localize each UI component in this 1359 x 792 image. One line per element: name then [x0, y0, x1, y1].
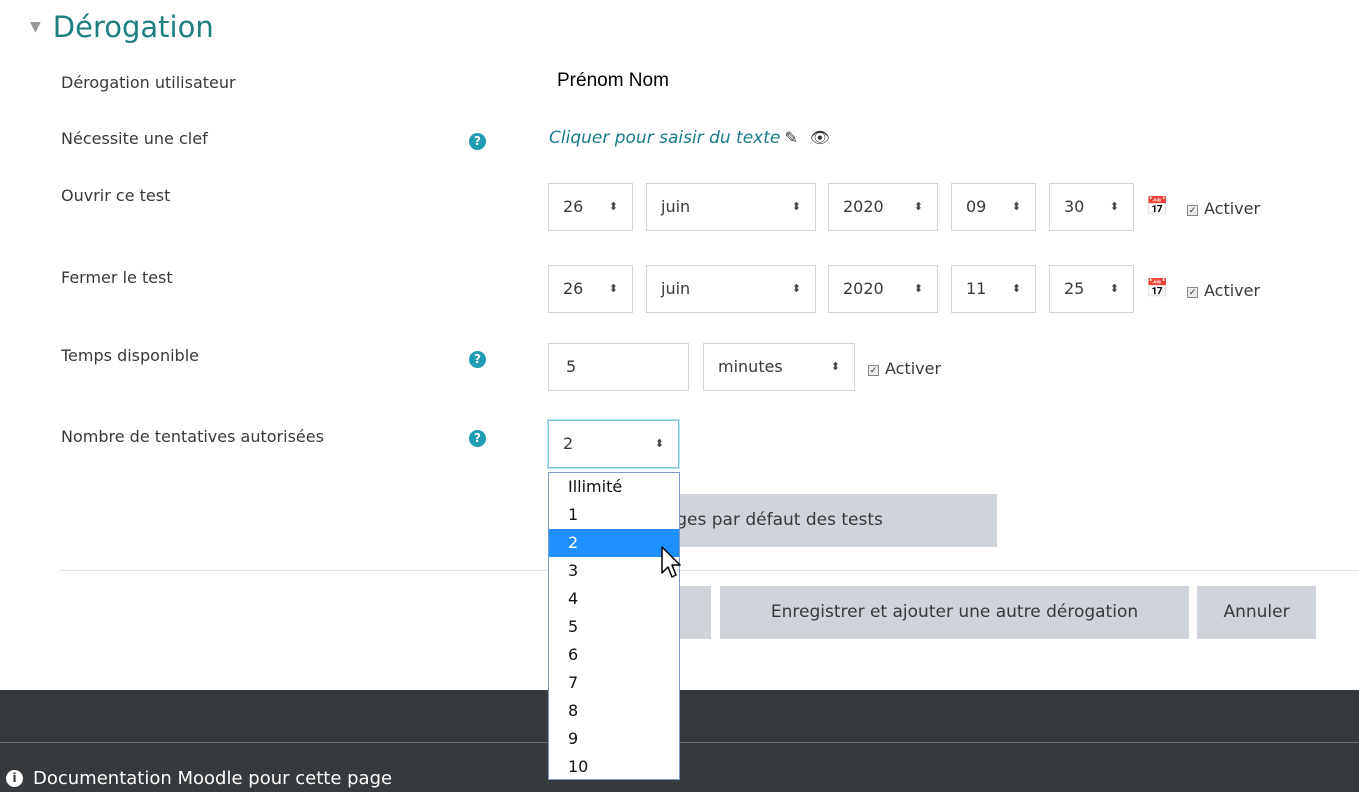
open-month-value: juin [661, 197, 691, 216]
time-unit-select[interactable]: minutes ⬍ [703, 343, 855, 391]
checkbox-checked-icon[interactable]: ✓ [1187, 205, 1198, 216]
checkbox-checked-icon[interactable]: ✓ [1187, 287, 1198, 298]
close-hour-value: 11 [966, 279, 987, 298]
requires-key-label: Nécessite une clef [61, 129, 208, 148]
moodle-docs-link[interactable]: i Documentation Moodle pour cette page [6, 768, 392, 789]
open-minute-select[interactable]: 30 ⬍ [1049, 183, 1134, 231]
select-arrow-icon: ⬍ [791, 200, 801, 213]
checkbox-checked-icon[interactable]: ✓ [868, 365, 879, 376]
close-minute-value: 25 [1064, 279, 1085, 298]
open-year-select[interactable]: 2020 ⬍ [828, 183, 938, 231]
mouse-pointer-icon [661, 546, 681, 578]
attempts-option[interactable]: 5 [549, 613, 679, 641]
attempts-option[interactable]: Illimité [549, 473, 679, 501]
select-arrow-icon: ⬍ [1109, 200, 1119, 213]
close-month-value: juin [661, 279, 691, 298]
close-test-label: Fermer le test [61, 268, 173, 287]
open-day-select[interactable]: 26 ⬍ [548, 183, 633, 231]
user-override-label: Dérogation utilisateur [61, 73, 236, 92]
open-hour-select[interactable]: 09 ⬍ [951, 183, 1036, 231]
attempts-select[interactable]: 2 ⬍ [548, 420, 679, 468]
calendar-icon[interactable]: 📅 [1146, 278, 1168, 299]
close-month-select[interactable]: juin ⬍ [646, 265, 816, 313]
cancel-button[interactable]: Annuler [1197, 586, 1316, 639]
attempts-option[interactable]: 9 [549, 725, 679, 753]
close-enable-checkbox[interactable]: ✓ Activer [1187, 281, 1260, 300]
time-limit-enable-label: Activer [885, 359, 942, 378]
time-limit-enable-checkbox[interactable]: ✓ Activer [868, 359, 941, 378]
open-enable-checkbox[interactable]: ✓ Activer [1187, 199, 1260, 218]
user-name: Prénom Nom [557, 70, 669, 91]
save-and-add-button[interactable]: Enregistrer et ajouter une autre dérogat… [720, 586, 1189, 639]
help-question-icon[interactable]: ? [469, 133, 486, 150]
section-title: Dérogation [52, 10, 214, 44]
open-minute-value: 30 [1064, 197, 1085, 216]
close-day-value: 26 [563, 279, 584, 298]
open-enable-label: Activer [1204, 199, 1261, 218]
attempts-value: 2 [563, 434, 574, 453]
calendar-icon[interactable]: 📅 [1146, 196, 1168, 217]
select-arrow-icon: ⬍ [1109, 282, 1119, 295]
open-hour-value: 09 [966, 197, 987, 216]
pencil-icon[interactable]: ✎ [784, 128, 797, 147]
time-limit-label: Temps disponible [61, 346, 199, 365]
moodle-docs-link-text[interactable]: Documentation Moodle pour cette page [33, 768, 392, 789]
attempts-label: Nombre de tentatives autorisées [61, 427, 324, 446]
close-minute-select[interactable]: 25 ⬍ [1049, 265, 1134, 313]
select-arrow-icon: ⬍ [1011, 200, 1021, 213]
select-arrow-icon: ⬍ [654, 437, 664, 450]
click-to-edit-link[interactable]: Cliquer pour saisir du texte [549, 128, 780, 148]
select-arrow-icon: ⬍ [791, 282, 801, 295]
info-circle-icon: i [6, 770, 23, 787]
open-month-select[interactable]: juin ⬍ [646, 183, 816, 231]
attempts-option[interactable]: 10 [549, 753, 679, 781]
attempts-option[interactable]: 1 [549, 501, 679, 529]
close-year-value: 2020 [843, 279, 884, 298]
section-header[interactable]: ▼ Dérogation [30, 10, 214, 44]
select-arrow-icon: ⬍ [1011, 282, 1021, 295]
attempts-option[interactable]: 8 [549, 697, 679, 725]
open-day-value: 26 [563, 197, 584, 216]
close-enable-label: Activer [1204, 281, 1261, 300]
time-unit-value: minutes [718, 357, 783, 376]
select-arrow-icon: ⬍ [913, 200, 923, 213]
attempts-option[interactable]: 4 [549, 585, 679, 613]
help-question-icon[interactable]: ? [469, 430, 486, 447]
open-test-label: Ouvrir ce test [61, 186, 171, 205]
attempts-option[interactable]: 6 [549, 641, 679, 669]
attempts-dropdown-list[interactable]: Illimité 1 2 3 4 5 6 7 8 9 10 [548, 472, 680, 780]
close-year-select[interactable]: 2020 ⬍ [828, 265, 938, 313]
eye-icon[interactable]: 👁 [810, 128, 830, 147]
form-divider [59, 570, 1359, 571]
close-day-select[interactable]: 26 ⬍ [548, 265, 633, 313]
collapse-triangle-icon: ▼ [30, 19, 41, 35]
open-year-value: 2020 [843, 197, 884, 216]
help-question-icon[interactable]: ? [469, 351, 486, 368]
close-hour-select[interactable]: 11 ⬍ [951, 265, 1036, 313]
select-arrow-icon: ⬍ [830, 360, 840, 373]
select-arrow-icon: ⬍ [608, 282, 618, 295]
select-arrow-icon: ⬍ [608, 200, 618, 213]
requires-key-editable[interactable]: Cliquer pour saisir du texte ✎ 👁 [549, 128, 830, 148]
attempts-option[interactable]: 7 [549, 669, 679, 697]
select-arrow-icon: ⬍ [913, 282, 923, 295]
time-limit-input[interactable]: 5 [548, 343, 689, 391]
